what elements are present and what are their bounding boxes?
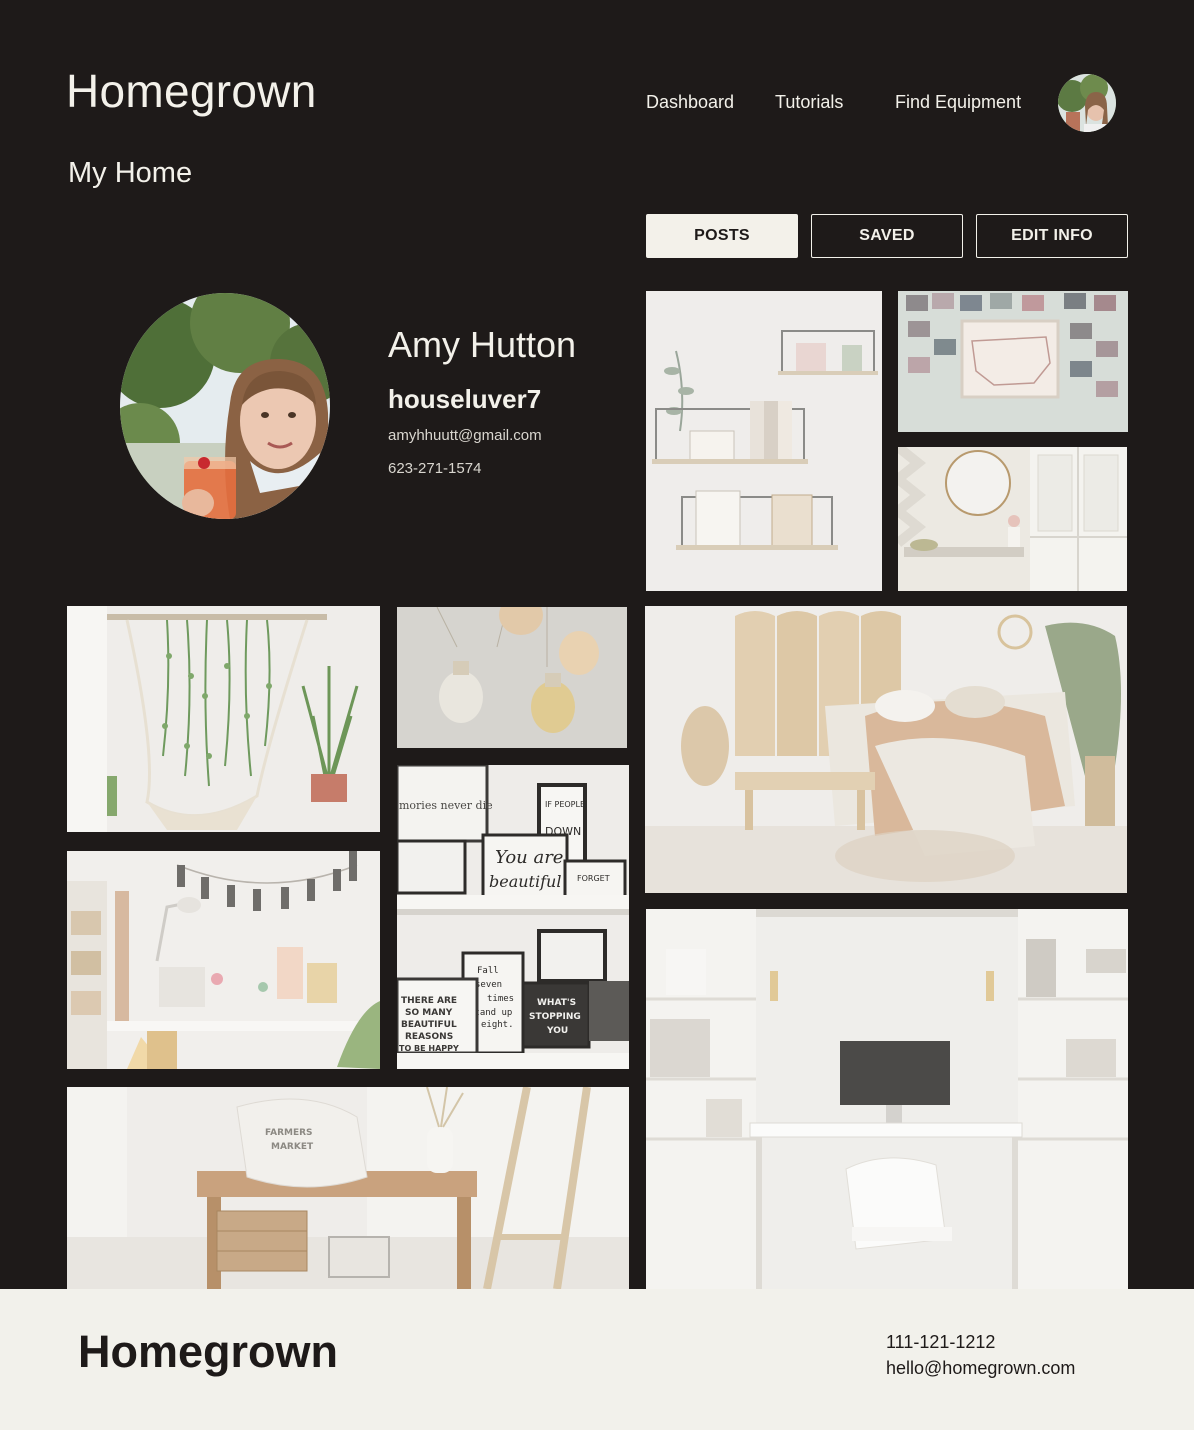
frame-beautiful-text: beautiful <box>489 872 561 891</box>
profile-name: Amy Hutton <box>388 324 577 365</box>
post-photo-desk-garland[interactable] <box>67 851 380 1069</box>
frame-memories-text: mories never die <box>399 799 493 812</box>
frame-reasons-text: REASONS <box>405 1032 453 1042</box>
frame-beautiful-caps-text: BEAUTIFUL <box>401 1020 457 1030</box>
frame-seven-text: seven <box>475 980 502 990</box>
edit-info-button[interactable]: EDIT INFO <box>976 214 1128 258</box>
profile-photo <box>120 293 330 519</box>
nav-find-equipment[interactable]: Find Equipment <box>895 92 1021 113</box>
nav-tutorials[interactable]: Tutorials <box>775 92 843 113</box>
tab-posts[interactable]: POSTS <box>646 214 798 258</box>
post-photo-glitter-bulbs[interactable] <box>397 607 627 748</box>
user-avatar[interactable] <box>1058 74 1116 132</box>
frame-stopping-text: STOPPING <box>529 1012 581 1022</box>
profile-username: houseluver7 <box>388 384 542 414</box>
profile-phone: 623-271-1574 <box>388 460 482 477</box>
post-photo-map-wall[interactable] <box>898 291 1128 432</box>
profile-email: amyhhuutt@gmail.com <box>388 427 542 444</box>
frame-there-are-text: THERE ARE <box>401 996 457 1006</box>
frame-fall-text: Fall <box>477 966 499 976</box>
page-title: My Home <box>68 157 193 189</box>
post-photo-white-office[interactable] <box>646 909 1128 1289</box>
frame-to-be-happy-text: TO BE HAPPY <box>399 1044 459 1053</box>
frame-forget-text: FORGET <box>577 874 610 883</box>
frame-so-many-text: SO MANY <box>405 1008 453 1018</box>
post-photo-boho-bedroom[interactable] <box>645 606 1127 893</box>
app-logo[interactable]: Homegrown <box>66 64 317 118</box>
frame-if-people-text: IF PEOPLE <box>545 800 585 809</box>
pillow-market-text: MARKET <box>271 1142 314 1152</box>
pillow-farmers-text: FARMERS <box>265 1128 313 1138</box>
tab-saved[interactable]: SAVED <box>811 214 963 258</box>
footer-email[interactable]: hello@homegrown.com <box>886 1358 1075 1379</box>
post-photo-hanging-chair[interactable] <box>67 606 380 832</box>
post-photo-wood-bench[interactable]: FARMERS MARKET <box>67 1087 629 1289</box>
post-photo-mirror-cabinet[interactable] <box>898 447 1127 591</box>
frame-you-text: YOU <box>546 1026 568 1036</box>
nav-dashboard[interactable]: Dashboard <box>646 92 734 113</box>
footer-logo[interactable]: Homegrown <box>78 1326 338 1378</box>
footer-phone[interactable]: 111-121-1212 <box>886 1332 995 1353</box>
frame-eight-text: eight. <box>481 1020 514 1030</box>
frame-you-are-text: You are <box>495 847 563 868</box>
frame-times-text: times <box>487 994 514 1004</box>
frame-whats-text: WHAT'S <box>537 998 576 1008</box>
post-photo-wire-shelves[interactable] <box>646 291 882 591</box>
post-photo-framed-quotes[interactable]: mories never die IF PEOPLE DOWN You are … <box>397 765 629 1069</box>
